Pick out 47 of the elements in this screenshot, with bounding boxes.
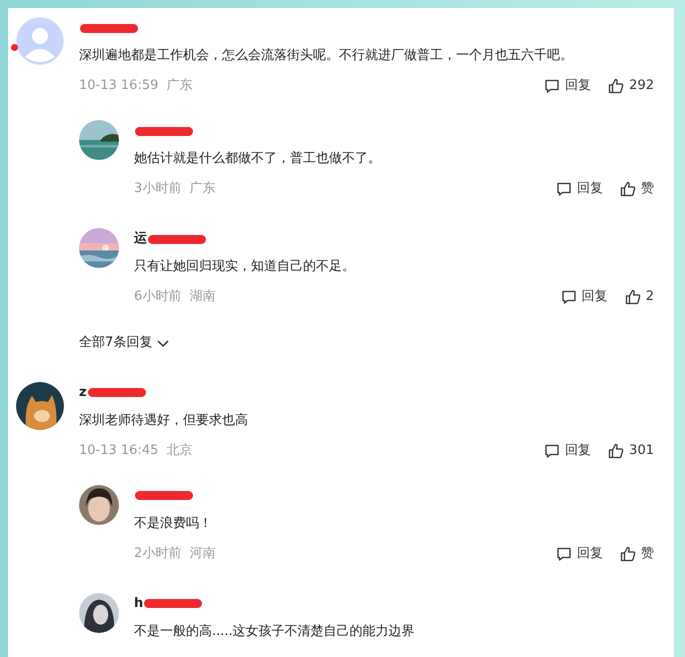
location: 广东 bbox=[189, 180, 216, 198]
username[interactable]: h bbox=[134, 594, 144, 614]
like-button[interactable]: 赞 bbox=[620, 179, 654, 199]
location: 湖南 bbox=[189, 288, 216, 306]
comment-text: 不是一般的高.....这女孩子不清楚自己的能力边界 bbox=[134, 622, 416, 640]
comment-icon bbox=[556, 181, 572, 197]
timestamp: 6小时前 bbox=[134, 288, 182, 306]
thumbs-up-icon bbox=[608, 442, 624, 458]
like-button[interactable]: 301 bbox=[608, 440, 654, 460]
reply-button[interactable]: 回复 bbox=[544, 440, 592, 460]
reply-button[interactable]: 回复 bbox=[544, 76, 592, 96]
reply-button[interactable]: 回复 bbox=[560, 287, 608, 307]
redaction-mark bbox=[148, 234, 206, 244]
redaction-mark bbox=[135, 491, 193, 500]
timestamp: 3小时前 bbox=[134, 180, 182, 198]
timestamp: 10-13 16:59 bbox=[79, 77, 158, 96]
redaction-mark bbox=[144, 599, 202, 608]
comment-text: 深圳老师待遇好，但要求也高 bbox=[79, 412, 249, 430]
redaction-mark bbox=[88, 388, 146, 397]
thumbs-up-icon bbox=[620, 181, 636, 197]
location: 河南 bbox=[189, 544, 216, 563]
thumbs-up-icon bbox=[624, 289, 641, 305]
like-button[interactable]: 2 bbox=[624, 287, 654, 307]
comment-icon bbox=[544, 78, 560, 94]
like-button[interactable]: 赞 bbox=[620, 544, 654, 564]
like-button[interactable]: 292 bbox=[608, 76, 654, 96]
thumbs-up-icon bbox=[620, 546, 636, 562]
comment-text: 不是浪费吗！ bbox=[134, 514, 213, 532]
comment-text: 她估计就是什么都做不了，普工也做不了。 bbox=[134, 150, 382, 168]
redaction-mark bbox=[80, 24, 138, 32]
reply-button[interactable]: 回复 bbox=[556, 179, 603, 199]
username[interactable]: 运 bbox=[134, 229, 147, 249]
location: 北京 bbox=[166, 442, 192, 460]
comment-icon bbox=[560, 289, 577, 305]
location: 广东 bbox=[166, 77, 192, 96]
comment-icon bbox=[556, 546, 572, 562]
timestamp: 10-13 16:45 bbox=[79, 442, 158, 460]
thumbs-up-icon bbox=[608, 78, 624, 94]
comment-text: 深圳遍地都是工作机会，怎么会流落街头呢。不行就进厂做普工，一个月也五六千吧。 bbox=[79, 47, 574, 65]
avatar-icon bbox=[16, 17, 64, 65]
redaction-mark bbox=[135, 126, 193, 136]
reply-button[interactable]: 回复 bbox=[556, 544, 603, 564]
timestamp: 2小时前 bbox=[134, 544, 182, 563]
comment-icon bbox=[544, 442, 560, 458]
comment-text: 只有让她回归现实，知道自己的不足。 bbox=[134, 258, 356, 276]
username[interactable]: z bbox=[79, 382, 87, 402]
expand-replies-button[interactable]: 全部7条回复 bbox=[79, 333, 170, 352]
